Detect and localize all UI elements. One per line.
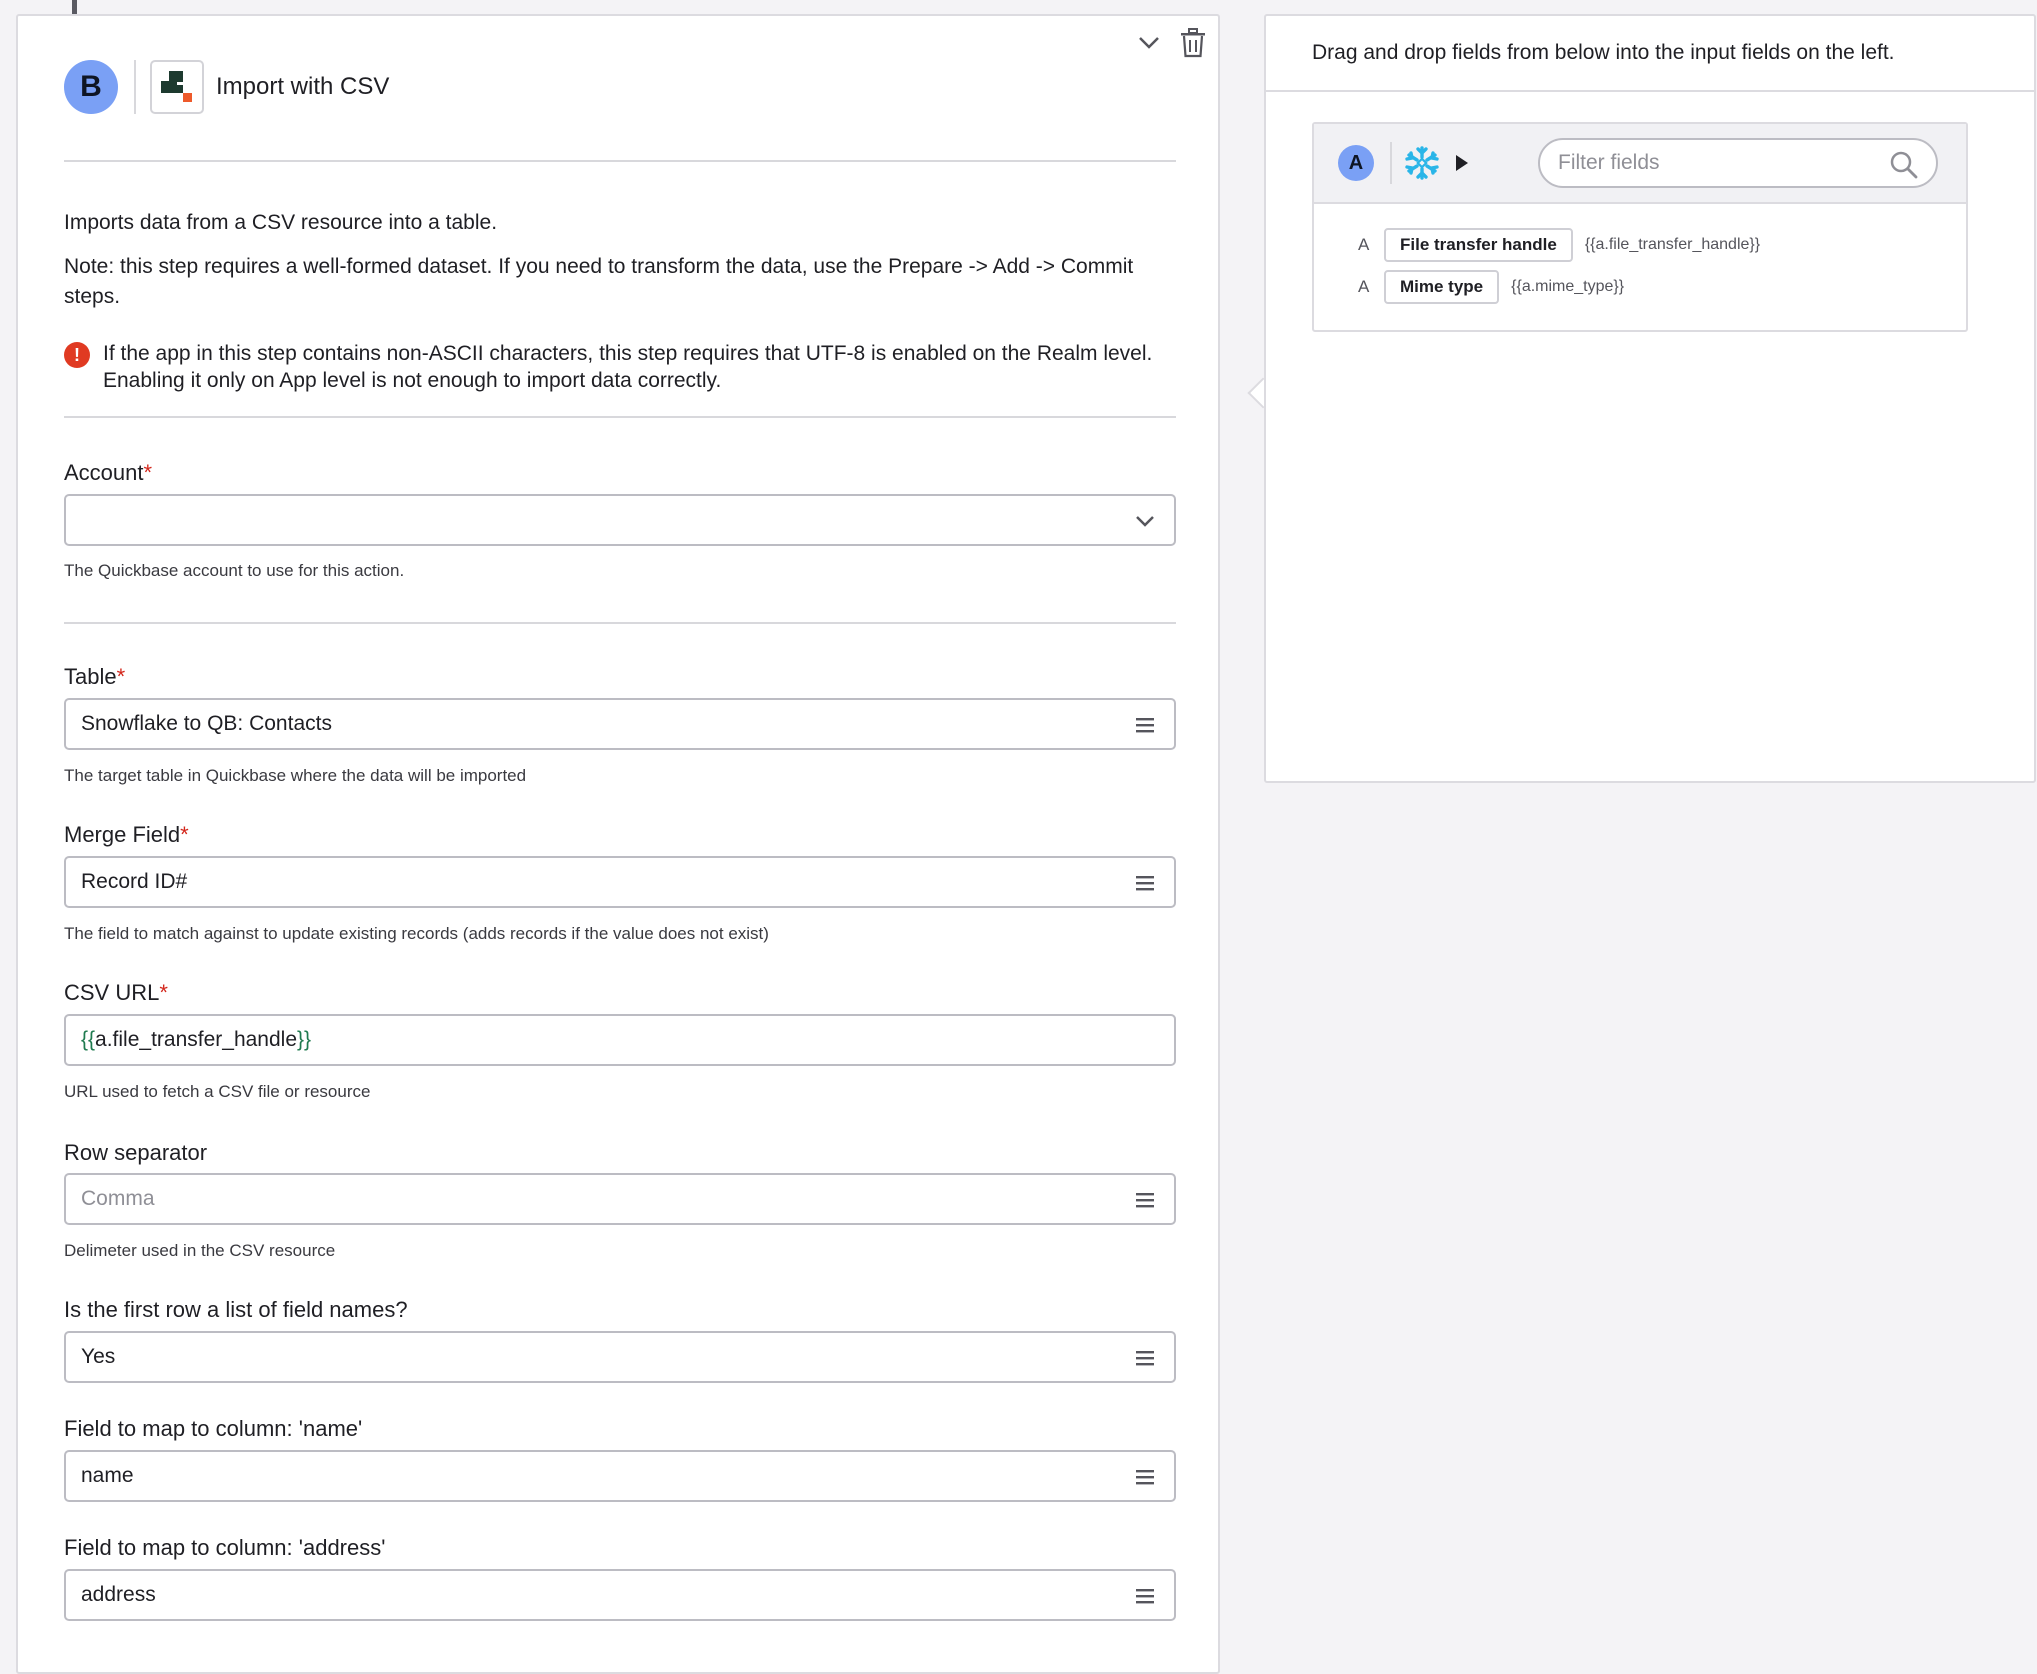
account-help: The Quickbase account to use for this ac… [64,561,405,580]
divider [64,160,1176,162]
merge-field-help: The field to match against to update exi… [64,924,769,943]
chevron-down-icon [1136,516,1154,527]
field-token: {{a.file_transfer_handle}} [1584,236,1761,253]
snowflake-icon [1405,146,1439,180]
quickbase-logo-icon [150,60,204,114]
field-type: A [1358,277,1370,296]
field-token: {{a.mime_type}} [1511,278,1625,295]
table-field[interactable]: Snowflake to QB: Contacts [64,698,1176,750]
menu-icon[interactable] [1134,1347,1156,1369]
utf8-warning: ! If the app in this step contains non-A… [64,340,1174,394]
list-item: A File transfer handle {{a.file_transfer… [1358,228,1760,262]
map-name-field[interactable]: name [64,1450,1176,1502]
map-name-label: Field to map to column: 'name' [64,1416,363,1441]
trash-icon[interactable] [1178,28,1208,58]
step-header: B Import with CSV [64,60,389,114]
header-divider [134,60,136,114]
account-label: Account* [64,460,153,485]
step-title: Import with CSV [216,73,390,100]
row-separator-help: Delimeter used in the CSV resource [64,1241,336,1260]
csv-url-label: CSV URL* [64,980,168,1005]
chevron-down-icon[interactable] [1134,28,1164,58]
menu-icon[interactable] [1134,1189,1156,1211]
row-separator-field[interactable]: Comma [64,1173,1176,1225]
source-step-fields: A Filter fields A File transfer handle {… [1312,122,1968,332]
fields-panel: Drag and drop fields from below into the… [1264,14,2036,783]
connector-line [72,0,77,14]
search-icon[interactable] [1890,151,1918,179]
first-row-field[interactable]: Yes [64,1331,1176,1383]
merge-field[interactable]: Record ID# [64,856,1176,908]
row-separator-label: Row separator [64,1140,208,1165]
list-item: A Mime type {{a.mime_type}} [1358,270,1624,304]
field-type: A [1358,235,1370,254]
panel-instruction: Drag and drop fields from below into the… [1266,16,2034,92]
field-chip-file-transfer-handle[interactable]: File transfer handle [1384,228,1573,262]
account-select[interactable] [64,494,1176,546]
merge-field-label: Merge Field* [64,822,189,847]
field-chip-mime-type[interactable]: Mime type [1384,270,1500,304]
map-address-field[interactable]: address [64,1569,1176,1621]
step-badge: B [64,60,118,114]
menu-icon[interactable] [1134,714,1156,736]
filter-fields-input[interactable]: Filter fields [1538,138,1938,188]
divider [64,622,1176,624]
table-help: The target table in Quickbase where the … [64,766,527,785]
source-header: A Filter fields [1314,124,1966,204]
map-address-label: Field to map to column: 'address' [64,1535,386,1560]
menu-icon[interactable] [1134,1466,1156,1488]
step-card: B Import with CSV Imports data from a CS… [16,14,1220,1674]
menu-icon[interactable] [1134,1585,1156,1607]
csv-url-input[interactable]: {{a.file_transfer_handle}} [64,1014,1176,1066]
source-badge: A [1338,145,1374,181]
first-row-label: Is the first row a list of field names? [64,1297,408,1322]
warning-text: If the app in this step contains non-ASC… [103,342,1153,392]
source-divider [1390,142,1392,184]
divider [64,416,1176,418]
csv-url-help: URL used to fetch a CSV file or resource [64,1082,371,1101]
card-controls [1134,28,1208,58]
step-description: Imports data from a CSV resource into a … [64,211,498,234]
alert-icon: ! [64,342,90,368]
step-note: Note: this step requires a well-formed d… [64,255,1134,308]
play-icon[interactable] [1456,155,1468,171]
menu-icon[interactable] [1134,872,1156,894]
table-label: Table* [64,664,126,689]
